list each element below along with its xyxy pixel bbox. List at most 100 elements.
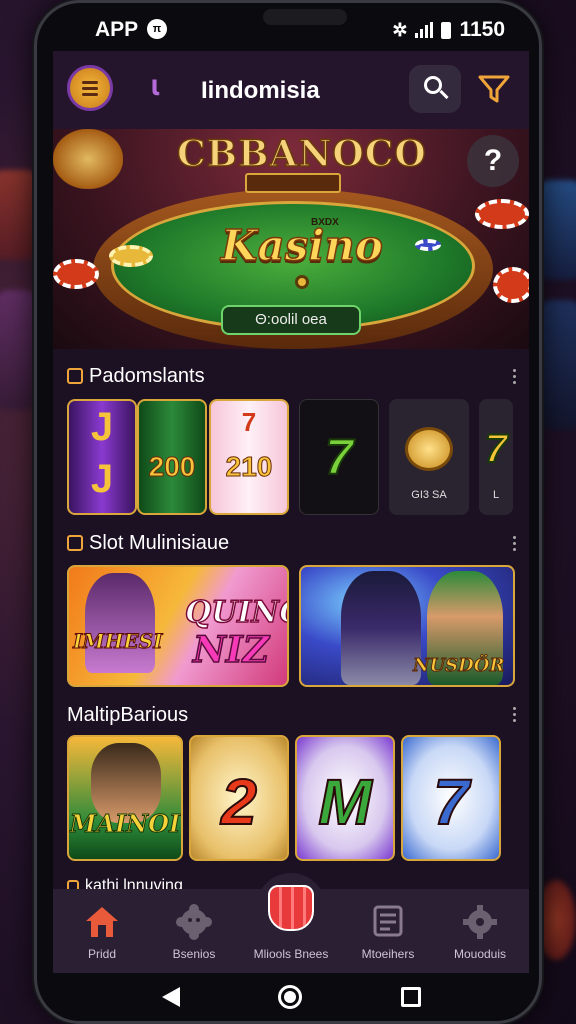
hero-code-button[interactable]: Θ:oolil oea — [221, 305, 361, 335]
hero-brand-plate — [245, 173, 341, 193]
app-title: Iindomisia — [201, 77, 320, 104]
section-icon — [67, 368, 83, 384]
section-title: Padomslants — [89, 364, 205, 387]
nav-item-bonus[interactable]: Bsenios — [149, 889, 239, 973]
section-title: Slot Mulinisiaue — [89, 531, 230, 554]
reel-symbol: M — [317, 765, 372, 839]
slot-tile[interactable]: 200 — [137, 399, 207, 515]
more-options-icon[interactable] — [513, 536, 517, 554]
more-options-icon[interactable] — [513, 707, 517, 725]
bug-icon: ✲ — [392, 19, 408, 40]
game-banner-tile[interactable]: IMHESI QUINQ NIZ — [67, 565, 289, 687]
recent-apps-icon[interactable] — [401, 987, 421, 1007]
popcorn-icon — [256, 873, 326, 943]
signal-icon — [415, 22, 434, 38]
app-screen: ɩ Iindomisia CBBANOCO ? BXDX Kasino Θ:oo… — [53, 51, 529, 973]
character-man — [341, 571, 421, 685]
section-header-slot: Slot Mulinisiaue — [67, 530, 229, 556]
hero-coin-icon — [295, 275, 309, 289]
slot-tile[interactable]: GI3 SA — [389, 399, 469, 515]
reel-value: 210 — [225, 451, 273, 483]
slot-tile[interactable]: 7 — [299, 399, 379, 515]
game-tile[interactable]: MAINOI — [67, 735, 183, 861]
more-options-icon[interactable] — [513, 369, 517, 387]
tile-caption: GI3 SA — [411, 489, 447, 501]
phone-frame: APP π ✲ 1150 ɩ Iindomisia CBBANOCO ? BXD… — [34, 0, 542, 1024]
slot-row-multi: MAINOI 2 M 7 — [67, 735, 501, 861]
back-icon[interactable] — [162, 987, 180, 1007]
gear-icon — [176, 904, 212, 940]
section-icon — [67, 535, 83, 551]
chip-icon — [415, 239, 441, 251]
nav-item-home[interactable]: Pridd — [57, 889, 147, 973]
nav-label: Pridd — [87, 947, 116, 961]
nav-label: Mouoduis — [453, 947, 507, 961]
nav-item-modules[interactable]: Mouoduis — [435, 889, 525, 973]
coin-icon — [405, 427, 453, 471]
settings-icon — [463, 905, 497, 939]
home-icon — [86, 907, 118, 937]
chip-icon — [475, 199, 529, 229]
seven-icon: 7 — [484, 426, 508, 472]
help-button[interactable]: ? — [467, 135, 519, 187]
nav-label: Mliools Bnees — [253, 947, 329, 961]
search-button[interactable] — [409, 65, 461, 113]
game-title: MAINOI — [69, 809, 181, 839]
nav-label: Mtoeihers — [361, 947, 415, 961]
reel-value: 200 — [148, 451, 196, 483]
status-time: 1150 — [459, 18, 505, 41]
filter-icon[interactable] — [477, 73, 511, 105]
nav-item-center[interactable]: Mliools Bnees — [243, 873, 339, 973]
hero-brand-logo: CBBANOCO — [176, 132, 427, 176]
app-logo-icon: ɩ — [150, 69, 160, 102]
home-circle-icon[interactable] — [278, 985, 302, 1009]
bottom-navigation: Pridd Bsenios Mliools Bnees Mtoeihers Mo… — [53, 873, 529, 973]
menu-button[interactable] — [67, 65, 113, 111]
background-slot-machine-left-lower — [0, 290, 38, 410]
chip-icon — [493, 267, 529, 303]
search-icon-handle — [439, 89, 449, 100]
reel-symbol: J — [90, 405, 114, 449]
tile-caption: L — [492, 489, 500, 501]
status-app-label: APP — [95, 18, 139, 41]
chip-icon — [109, 245, 153, 267]
status-right-group: ✲ 1150 — [392, 18, 505, 42]
reel-symbol: 2 — [220, 765, 258, 839]
character-avatar — [85, 573, 155, 673]
lamp-decoration — [53, 129, 123, 189]
game-badge: IMHESI — [72, 629, 163, 654]
hero-title: Kasino — [220, 220, 383, 271]
nav-label: Bsenios — [172, 947, 216, 961]
game-banner-tile[interactable]: NUSDÖR — [299, 565, 515, 687]
document-icon — [373, 905, 403, 937]
reel-symbol: 7 — [432, 765, 470, 839]
slot-tile[interactable]: 7 L — [479, 399, 513, 515]
notification-badge-icon: π — [147, 19, 167, 39]
section-title: MaltipBarious — [67, 703, 189, 726]
section-header-multi: MaltipBarious — [67, 702, 188, 728]
reel-symbol: 7 — [241, 407, 257, 437]
reel-symbol-lower: J — [90, 457, 114, 501]
chip-icon — [53, 259, 99, 289]
battery-icon — [441, 21, 452, 39]
app-header: ɩ Iindomisia — [53, 51, 529, 129]
background-screen-right-lower — [538, 300, 576, 430]
slot-tile[interactable]: 7 210 — [209, 399, 289, 515]
game-title-bottom: NIZ — [192, 628, 270, 672]
slot-row-popular: J J 200 7 210 7 GI3 SA 7 L — [67, 399, 513, 515]
slot-row-slot: IMHESI QUINQ NIZ NUSDÖR — [67, 565, 515, 687]
system-navigation-bar — [37, 973, 539, 1021]
game-tile[interactable]: 2 — [189, 735, 289, 861]
game-title: NUSDÖR — [412, 655, 505, 677]
game-tile[interactable]: 7 — [401, 735, 501, 861]
game-title-top: QUINQ — [184, 594, 287, 631]
status-bar: APP π ✲ 1150 — [37, 3, 539, 51]
background-light-right — [536, 880, 576, 960]
section-header-popular: Padomslants — [67, 363, 205, 389]
slot-tile[interactable]: J J — [67, 399, 137, 515]
nav-item-messages[interactable]: Mtoeihers — [343, 889, 433, 973]
game-tile[interactable]: M — [295, 735, 395, 861]
seven-icon: 7 — [324, 428, 354, 486]
background-screen-right — [536, 180, 576, 280]
hero-banner[interactable]: CBBANOCO ? BXDX Kasino Θ:oolil oea — [53, 129, 529, 349]
